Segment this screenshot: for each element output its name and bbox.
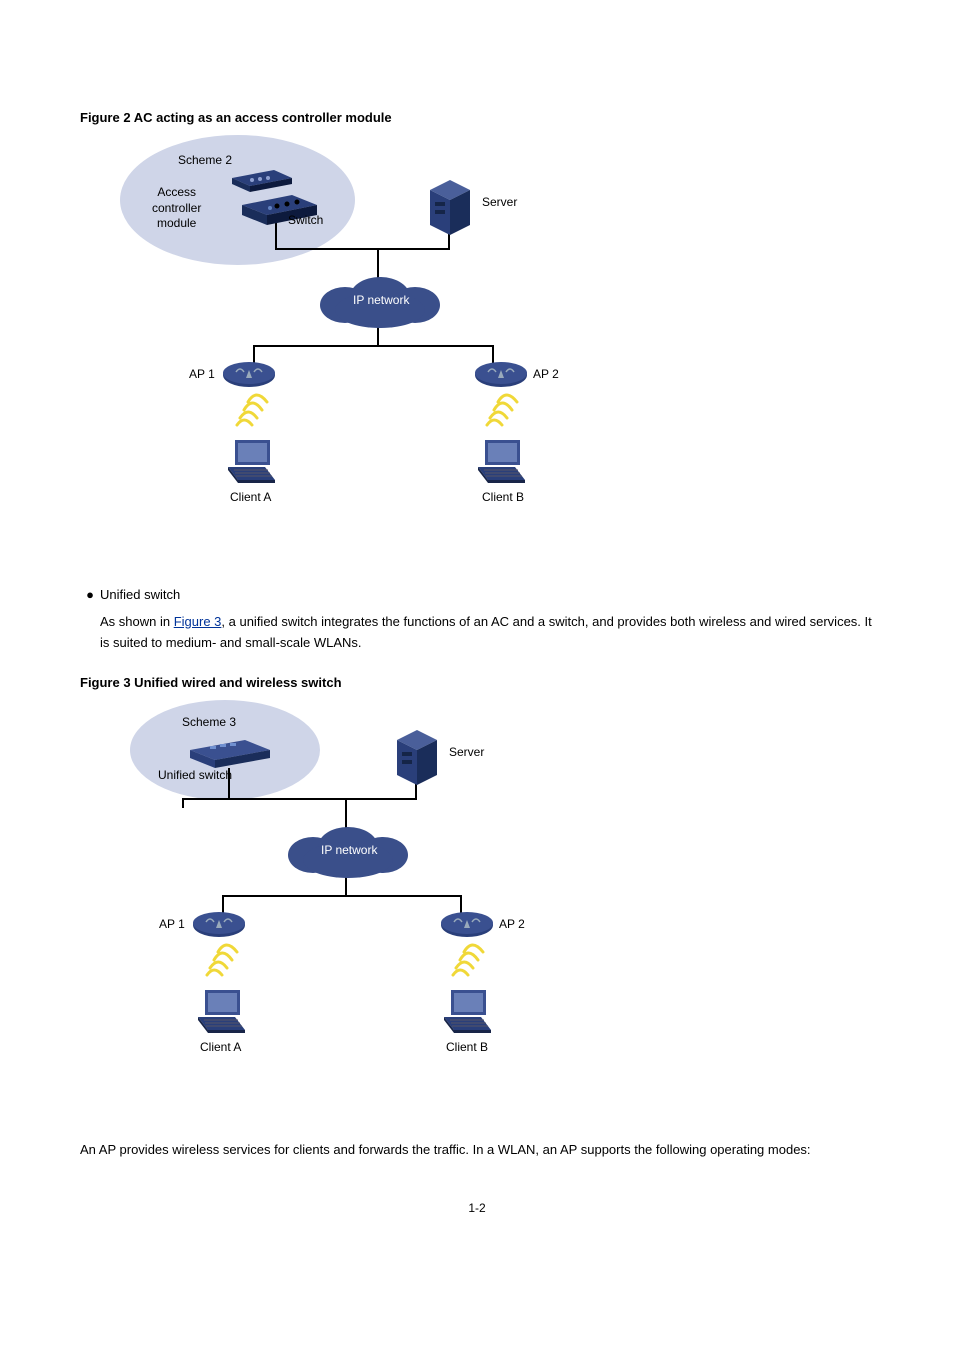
switch-label: Switch [288,213,323,227]
figure2-diagram: Scheme 2 Accesscontrollermodule [140,135,580,545]
line [253,345,493,347]
ap2-label: AP 2 [499,917,525,931]
figure2-title: Figure 2 AC acting as an access controll… [80,110,874,125]
acm-label: Accesscontrollermodule [152,185,201,232]
line [182,798,184,808]
server-label: Server [449,745,484,759]
line [182,798,417,800]
line [275,248,450,250]
scheme2-label: Scheme 2 [178,153,232,167]
wave-icon [232,390,272,430]
ap1-icon [192,910,247,940]
figure3-link[interactable]: Figure 3 [174,614,222,629]
figure-2: Figure 2 AC acting as an access controll… [80,110,874,545]
paragraph-ap-modes: An AP provides wireless services for cli… [80,1140,874,1161]
ap2-icon [440,910,495,940]
line [275,223,277,248]
wave-icon [448,940,488,980]
bullet-body: As shown in Figure 3, a unified switch i… [100,612,874,654]
bullet-text: Unified switch [100,585,180,606]
ap2-icon [474,360,529,390]
unified-switch-icon [185,738,275,773]
ip-label: IP network [353,293,409,307]
clientA-label: Client A [230,490,271,504]
server-icon [392,730,442,785]
clientB-icon [470,435,530,485]
acm-label-text: Accesscontrollermodule [152,185,201,230]
figure3-title: Figure 3 Unified wired and wireless swit… [80,675,874,690]
ip-label: IP network [321,843,377,857]
server-icon [425,180,475,235]
bullet-dot: ● [80,585,100,606]
ap1-icon [222,360,277,390]
page-number: 1-2 [80,1201,874,1215]
clientB-label: Client B [446,1040,488,1054]
ap1-label: AP 1 [159,917,185,931]
figure-3: Figure 3 Unified wired and wireless swit… [80,675,874,1100]
clientA-icon [220,435,280,485]
server-label: Server [482,195,517,209]
body-text: As shown in [100,614,174,629]
line [448,233,450,248]
ap1-label: AP 1 [189,367,215,381]
ap2-label: AP 2 [533,367,559,381]
clientB-icon [436,985,496,1035]
figure3-diagram: Scheme 3 Unified switch [140,700,580,1100]
wave-icon [202,940,242,980]
line [222,895,462,897]
bullet-unified-switch: ● Unified switch [80,585,874,606]
clientA-label: Client A [200,1040,241,1054]
clientB-label: Client B [482,490,524,504]
wave-icon [482,390,522,430]
clientA-icon [190,985,250,1035]
scheme3-label: Scheme 3 [182,715,236,729]
